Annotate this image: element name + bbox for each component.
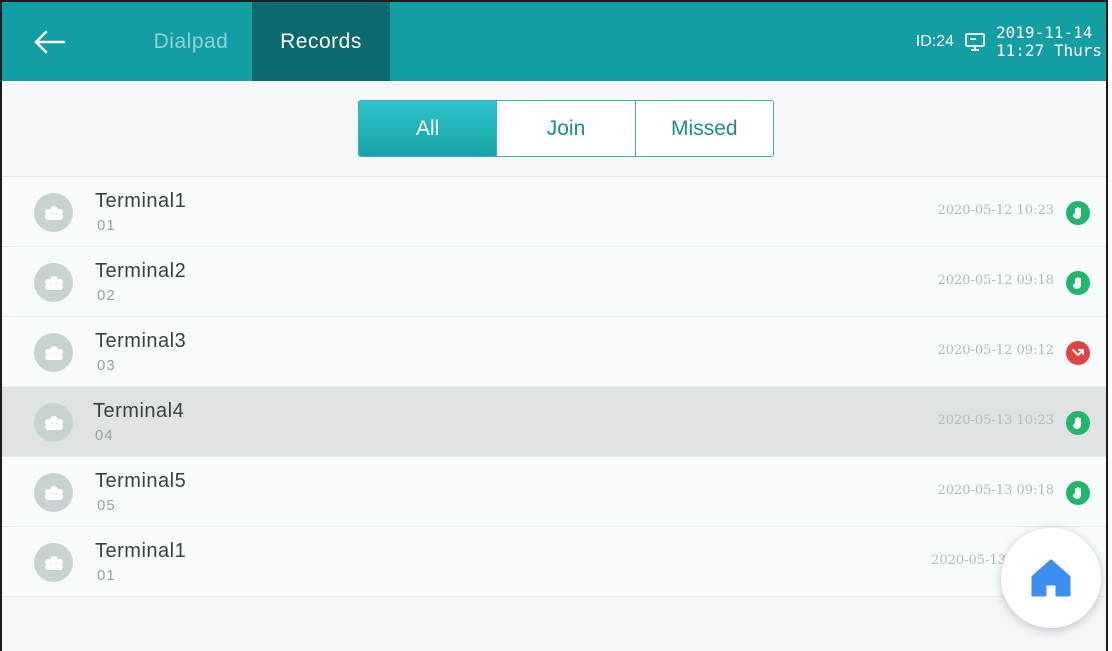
user-group-icon bbox=[44, 415, 63, 430]
user-group-icon bbox=[44, 205, 63, 220]
filter-join[interactable]: Join bbox=[496, 101, 634, 156]
clock: 2019-11-14 11:27 Thurs bbox=[996, 22, 1106, 60]
hand-icon bbox=[1073, 417, 1081, 429]
monitor-icon bbox=[965, 32, 985, 51]
record-name: Terminal5 bbox=[95, 470, 187, 492]
hand-icon bbox=[1073, 277, 1081, 289]
missed-status bbox=[1066, 341, 1090, 365]
user-group-icon bbox=[44, 345, 63, 360]
list-item[interactable]: Terminal4 04 2020-05-13 10:23 bbox=[2, 387, 1106, 457]
connected-status bbox=[1066, 201, 1090, 225]
filter-bar: All Join Missed bbox=[2, 81, 1106, 177]
record-number: 01 bbox=[97, 567, 116, 584]
app-screen: Dialpad Records ID:24 2019-11-14 11:27 T… bbox=[0, 0, 1108, 651]
record-time: 2020-05-13 09:18 bbox=[937, 483, 1054, 498]
back-button[interactable] bbox=[24, 20, 74, 64]
top-bar: Dialpad Records ID:24 2019-11-14 11:27 T… bbox=[2, 2, 1106, 81]
filter-all[interactable]: All bbox=[359, 101, 497, 156]
user-group-icon bbox=[44, 275, 63, 290]
list-item[interactable]: Terminal1 01 2020-05-12 10:23 bbox=[2, 177, 1106, 247]
clock-time: 11:27 Thurs bbox=[996, 40, 1102, 60]
record-name: Terminal1 bbox=[95, 190, 187, 212]
record-name: Terminal2 bbox=[95, 260, 187, 282]
record-number: 03 bbox=[97, 357, 116, 374]
record-number: 02 bbox=[97, 287, 116, 304]
hand-icon bbox=[1073, 487, 1081, 499]
avatar bbox=[34, 403, 73, 442]
user-group-icon bbox=[44, 555, 63, 570]
hand-icon bbox=[1073, 207, 1081, 219]
tab-dialpad[interactable]: Dialpad bbox=[132, 2, 250, 81]
connected-status bbox=[1066, 481, 1090, 505]
record-time: 2020-05-13 bbox=[931, 553, 1006, 568]
avatar bbox=[34, 193, 73, 232]
home-button[interactable] bbox=[1001, 528, 1101, 628]
avatar bbox=[34, 543, 73, 582]
arrow-left-icon bbox=[34, 30, 66, 54]
record-number: 04 bbox=[95, 427, 114, 444]
avatar bbox=[34, 473, 73, 512]
record-time: 2020-05-12 10:23 bbox=[937, 203, 1054, 218]
tab-records[interactable]: Records bbox=[252, 2, 390, 81]
record-number: 01 bbox=[97, 217, 116, 234]
list-item[interactable]: Terminal3 03 2020-05-12 09:12 bbox=[2, 317, 1106, 387]
connected-status bbox=[1066, 411, 1090, 435]
list-item[interactable]: Terminal1 01 2020-05-13 bbox=[2, 527, 1106, 597]
avatar bbox=[34, 263, 73, 302]
avatar bbox=[34, 333, 73, 372]
record-number: 05 bbox=[97, 497, 116, 514]
connected-status bbox=[1066, 271, 1090, 295]
user-group-icon bbox=[44, 485, 63, 500]
device-id: ID:24 bbox=[915, 32, 955, 50]
record-name: Terminal3 bbox=[95, 330, 187, 352]
record-name: Terminal1 bbox=[95, 540, 187, 562]
list-item[interactable]: Terminal5 05 2020-05-13 09:18 bbox=[2, 457, 1106, 527]
record-time: 2020-05-13 10:23 bbox=[937, 413, 1054, 428]
filter-missed[interactable]: Missed bbox=[634, 101, 773, 156]
missed-call-icon bbox=[1072, 349, 1084, 356]
record-time: 2020-05-12 09:12 bbox=[937, 343, 1054, 358]
records-list: Terminal1 01 2020-05-12 10:23 Terminal2 … bbox=[2, 177, 1106, 597]
list-item[interactable]: Terminal2 02 2020-05-12 09:18 bbox=[2, 247, 1106, 317]
home-icon bbox=[1031, 559, 1071, 597]
status-area: ID:24 2019-11-14 11:27 Thurs bbox=[916, 2, 1106, 81]
clock-date: 2019-11-14 bbox=[996, 22, 1093, 42]
filter-segmented-control: All Join Missed bbox=[358, 100, 774, 157]
record-name: Terminal4 bbox=[93, 400, 185, 422]
record-time: 2020-05-12 09:18 bbox=[937, 273, 1054, 288]
